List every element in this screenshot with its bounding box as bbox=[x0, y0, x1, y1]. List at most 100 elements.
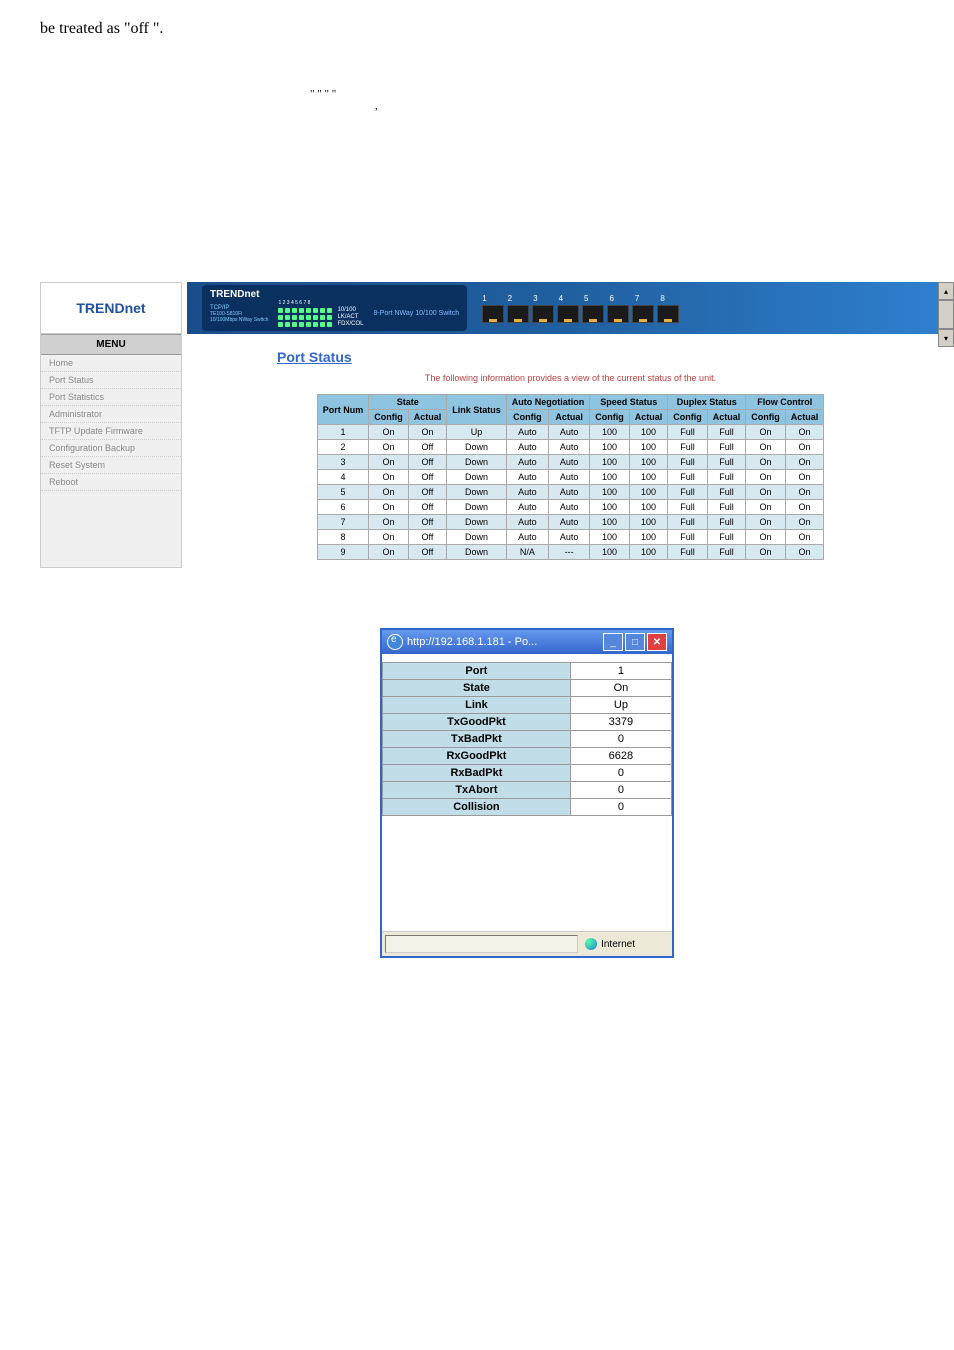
scrollbar[interactable]: ▴ ▾ bbox=[938, 282, 954, 347]
cell: On bbox=[785, 455, 824, 470]
menu-header: MENU bbox=[41, 334, 181, 355]
cell: 100 bbox=[629, 470, 668, 485]
stats-row: Port1 bbox=[383, 663, 672, 680]
sidebar-item[interactable]: Port Status bbox=[41, 372, 181, 389]
stats-row: RxGoodPkt6628 bbox=[383, 748, 672, 765]
cell: 100 bbox=[590, 470, 630, 485]
dialog-title: http://192.168.1.181 - Po... bbox=[387, 634, 537, 650]
cell: On bbox=[746, 470, 786, 485]
table-row[interactable]: 1OnOnUpAutoAuto100100FullFullOnOn bbox=[317, 425, 824, 440]
sub-config: Config bbox=[590, 410, 630, 425]
cell: 1 bbox=[317, 425, 369, 440]
cell: Auto bbox=[549, 470, 590, 485]
cell: 100 bbox=[629, 425, 668, 440]
port-num-label: 8 bbox=[660, 294, 664, 303]
close-button[interactable]: ✕ bbox=[647, 633, 667, 651]
cell: Down bbox=[447, 485, 507, 500]
stats-table: Port1StateOnLinkUpTxGoodPkt3379TxBadPkt0… bbox=[382, 662, 672, 816]
stat-value: 3379 bbox=[570, 714, 671, 731]
cell: 5 bbox=[317, 485, 369, 500]
sidebar-item[interactable]: Administrator bbox=[41, 406, 181, 423]
scroll-down-icon[interactable]: ▾ bbox=[938, 329, 954, 347]
table-row[interactable]: 6OnOffDownAutoAuto100100FullFullOnOn bbox=[317, 500, 824, 515]
cell: Off bbox=[408, 455, 447, 470]
table-row[interactable]: 7OnOffDownAutoAuto100100FullFullOnOn bbox=[317, 515, 824, 530]
cell: 7 bbox=[317, 515, 369, 530]
stat-value: 0 bbox=[570, 765, 671, 782]
table-row[interactable]: 2OnOffDownAutoAuto100100FullFullOnOn bbox=[317, 440, 824, 455]
cell: --- bbox=[549, 545, 590, 560]
cell: Auto bbox=[549, 500, 590, 515]
maximize-button[interactable]: □ bbox=[625, 633, 645, 651]
cell: Auto bbox=[549, 440, 590, 455]
sidebar: TRENDnet MENU HomePort StatusPort Statis… bbox=[40, 282, 182, 568]
cell: 100 bbox=[590, 530, 630, 545]
led-nums: 1 2 3 4 5 6 7 8 bbox=[278, 300, 363, 306]
stat-label: TxGoodPkt bbox=[383, 714, 571, 731]
cell: On bbox=[746, 425, 786, 440]
cell: On bbox=[785, 425, 824, 440]
minimize-button[interactable]: _ bbox=[603, 633, 623, 651]
led-lkact: LK/ACT bbox=[337, 314, 358, 320]
stat-value: Up bbox=[570, 697, 671, 714]
stat-value: 6628 bbox=[570, 748, 671, 765]
cell: 100 bbox=[590, 500, 630, 515]
stats-row: RxBadPkt0 bbox=[383, 765, 672, 782]
sidebar-item[interactable]: Port Statistics bbox=[41, 389, 181, 406]
cell: Full bbox=[668, 470, 708, 485]
cell: Auto bbox=[506, 470, 548, 485]
sidebar-item[interactable]: TFTP Update Firmware bbox=[41, 423, 181, 440]
cell: On bbox=[785, 530, 824, 545]
cell: Auto bbox=[549, 530, 590, 545]
globe-icon bbox=[585, 938, 597, 950]
cell: Auto bbox=[506, 455, 548, 470]
cell: Full bbox=[707, 530, 746, 545]
cell: 100 bbox=[629, 440, 668, 455]
sidebar-item[interactable]: Reset System bbox=[41, 457, 181, 474]
table-row[interactable]: 4OnOffDownAutoAuto100100FullFullOnOn bbox=[317, 470, 824, 485]
port-num-label: 7 bbox=[635, 294, 639, 303]
stats-row: TxGoodPkt3379 bbox=[383, 714, 672, 731]
sidebar-item[interactable]: Reboot bbox=[41, 474, 181, 491]
col-port: Port Num bbox=[317, 395, 369, 425]
stat-label: Port bbox=[383, 663, 571, 680]
dialog-titlebar[interactable]: http://192.168.1.181 - Po... _ □ ✕ bbox=[382, 630, 672, 654]
cell: On bbox=[785, 515, 824, 530]
sidebar-item[interactable]: Home bbox=[41, 355, 181, 372]
port-num-label: 2 bbox=[508, 294, 512, 303]
cell: 100 bbox=[629, 545, 668, 560]
table-row[interactable]: 8OnOffDownAutoAuto100100FullFullOnOn bbox=[317, 530, 824, 545]
dialog-statusbar: Internet bbox=[382, 931, 672, 956]
scroll-up-icon[interactable]: ▴ bbox=[938, 282, 954, 300]
sidebar-item[interactable]: Configuration Backup bbox=[41, 440, 181, 457]
port-num-label: 6 bbox=[609, 294, 613, 303]
cell: Down bbox=[447, 545, 507, 560]
col-speed: Speed Status bbox=[590, 395, 668, 410]
cell: 100 bbox=[590, 440, 630, 455]
cell: Full bbox=[707, 485, 746, 500]
cell: Full bbox=[668, 455, 708, 470]
cell: 6 bbox=[317, 500, 369, 515]
cell: On bbox=[746, 530, 786, 545]
scroll-thumb[interactable] bbox=[938, 300, 954, 329]
table-row[interactable]: 9OnOffDownN/A---100100FullFullOnOn bbox=[317, 545, 824, 560]
cell: N/A bbox=[506, 545, 548, 560]
table-row[interactable]: 5OnOffDownAutoAuto100100FullFullOnOn bbox=[317, 485, 824, 500]
cell: Auto bbox=[506, 500, 548, 515]
cell: Auto bbox=[549, 425, 590, 440]
port-jack bbox=[657, 305, 679, 323]
cell: 100 bbox=[590, 485, 630, 500]
table-row[interactable]: 3OnOffDownAutoAuto100100FullFullOnOn bbox=[317, 455, 824, 470]
cell: Full bbox=[668, 485, 708, 500]
cell: On bbox=[369, 515, 409, 530]
cell: On bbox=[746, 485, 786, 500]
product-label: 8-Port NWay 10/100 Switch bbox=[373, 310, 459, 317]
col-state: State bbox=[369, 395, 447, 410]
cell: 4 bbox=[317, 470, 369, 485]
port-jack bbox=[582, 305, 604, 323]
quotes-text: " " " " bbox=[310, 88, 336, 100]
device-brand: TRENDnet bbox=[210, 289, 459, 300]
window-controls: _ □ ✕ bbox=[603, 633, 667, 651]
port-jack bbox=[532, 305, 554, 323]
cell: Off bbox=[408, 530, 447, 545]
